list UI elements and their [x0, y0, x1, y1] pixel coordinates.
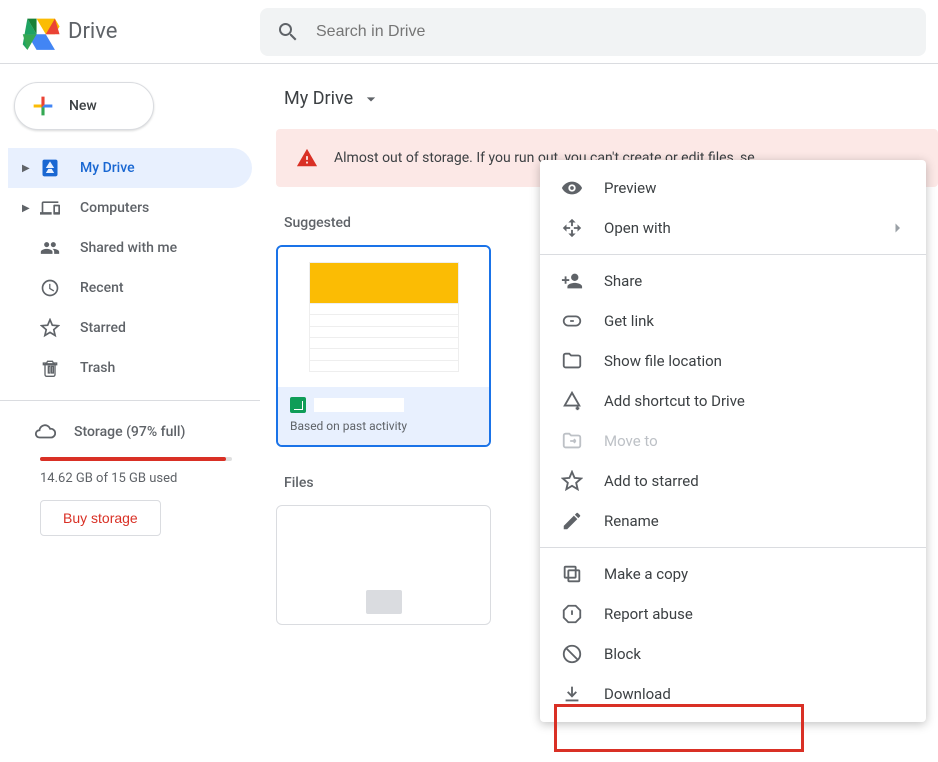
- open-with-icon: [560, 217, 584, 239]
- menu-download[interactable]: Download: [540, 674, 926, 714]
- menu-item-label: Make a copy: [604, 565, 688, 583]
- trash-icon: [38, 358, 62, 378]
- sidebar-item-storage[interactable]: Storage (97% full): [8, 413, 252, 451]
- suggested-card[interactable]: Based on past activity: [276, 245, 491, 447]
- menu-block[interactable]: Block: [540, 634, 926, 674]
- sidebar-item-trash[interactable]: Trash: [8, 348, 252, 388]
- shortcut-icon: [560, 390, 584, 412]
- recent-icon: [38, 278, 62, 298]
- menu-item-label: Report abuse: [604, 605, 693, 623]
- storage-label: Storage (97% full): [74, 424, 185, 440]
- menu-preview[interactable]: Preview: [540, 168, 926, 208]
- sidebar: New ▶ My Drive ▶ Computers: [0, 64, 260, 762]
- my-drive-icon: [38, 158, 62, 178]
- app-title: Drive: [68, 19, 117, 44]
- new-button[interactable]: New: [14, 82, 154, 130]
- sidebar-item-label: Shared with me: [80, 240, 177, 256]
- download-icon: [560, 683, 584, 705]
- new-button-label: New: [69, 98, 97, 114]
- file-card[interactable]: [276, 505, 491, 625]
- sidebar-item-computers[interactable]: ▶ Computers: [8, 188, 252, 228]
- menu-share[interactable]: Share: [540, 261, 926, 301]
- caret-right-icon: ▶: [22, 163, 34, 174]
- sidebar-item-label: Trash: [80, 360, 115, 376]
- file-subtitle: Based on past activity: [290, 419, 477, 433]
- file-generic-icon: [366, 590, 402, 614]
- menu-item-label: Move to: [604, 432, 658, 450]
- menu-get-link[interactable]: Get link: [540, 301, 926, 341]
- caret-right-icon: ▶: [22, 203, 34, 214]
- menu-open-with[interactable]: Open with: [540, 208, 926, 248]
- link-icon: [560, 310, 584, 332]
- logo-wrap[interactable]: Drive: [12, 14, 260, 50]
- sidebar-item-label: Recent: [80, 280, 124, 296]
- menu-item-label: Rename: [604, 512, 659, 530]
- warning-icon: [296, 147, 318, 169]
- menu-report-abuse[interactable]: Report abuse: [540, 594, 926, 634]
- sidebar-item-starred[interactable]: Starred: [8, 308, 252, 348]
- menu-item-label: Add shortcut to Drive: [604, 392, 745, 410]
- menu-item-label: Download: [604, 685, 671, 703]
- menu-move-to: Move to: [540, 421, 926, 461]
- star-icon: [38, 318, 62, 338]
- menu-add-shortcut[interactable]: Add shortcut to Drive: [540, 381, 926, 421]
- context-menu: Preview Open with Share Get link Show fi…: [540, 160, 926, 722]
- card-thumbnail: [278, 247, 489, 387]
- menu-show-location[interactable]: Show file location: [540, 341, 926, 381]
- cloud-icon: [34, 421, 56, 443]
- menu-item-label: Show file location: [604, 352, 722, 370]
- person-add-icon: [560, 270, 584, 292]
- breadcrumb-label: My Drive: [284, 88, 353, 109]
- buy-storage-button[interactable]: Buy storage: [40, 500, 161, 536]
- drive-logo-icon: [20, 14, 60, 50]
- sidebar-item-label: My Drive: [80, 160, 135, 176]
- file-title: [314, 398, 404, 412]
- plus-icon: [29, 92, 57, 120]
- star-outline-icon: [560, 470, 584, 492]
- menu-make-copy[interactable]: Make a copy: [540, 554, 926, 594]
- block-icon: [560, 643, 584, 665]
- chevron-down-icon: [361, 89, 381, 109]
- menu-item-label: Get link: [604, 312, 654, 330]
- search-input[interactable]: [316, 23, 910, 41]
- pencil-icon: [560, 510, 584, 532]
- menu-item-label: Add to starred: [604, 472, 699, 490]
- menu-add-starred[interactable]: Add to starred: [540, 461, 926, 501]
- move-icon: [560, 430, 584, 452]
- sidebar-item-my-drive[interactable]: ▶ My Drive: [8, 148, 252, 188]
- menu-item-label: Open with: [604, 219, 671, 237]
- sidebar-item-recent[interactable]: Recent: [8, 268, 252, 308]
- menu-item-label: Share: [604, 272, 642, 290]
- computers-icon: [38, 198, 62, 218]
- menu-item-label: Preview: [604, 179, 656, 197]
- copy-icon: [560, 563, 584, 585]
- nav-list: ▶ My Drive ▶ Computers Shared with me: [8, 148, 252, 388]
- report-icon: [560, 603, 584, 625]
- sidebar-item-label: Computers: [80, 200, 149, 216]
- menu-rename[interactable]: Rename: [540, 501, 926, 541]
- search-icon: [276, 20, 300, 44]
- sheets-icon: [290, 397, 306, 413]
- storage-meter: [40, 457, 232, 461]
- search-bar[interactable]: [260, 8, 926, 56]
- folder-icon: [560, 350, 584, 372]
- storage-used-text: 14.62 GB of 15 GB used: [40, 471, 252, 486]
- chevron-right-icon: [888, 219, 906, 237]
- sidebar-item-shared[interactable]: Shared with me: [8, 228, 252, 268]
- header: Drive: [0, 0, 938, 64]
- shared-icon: [38, 238, 62, 258]
- eye-icon: [560, 177, 584, 199]
- menu-item-label: Block: [604, 645, 641, 663]
- sidebar-item-label: Starred: [80, 320, 126, 336]
- breadcrumb[interactable]: My Drive: [276, 72, 938, 129]
